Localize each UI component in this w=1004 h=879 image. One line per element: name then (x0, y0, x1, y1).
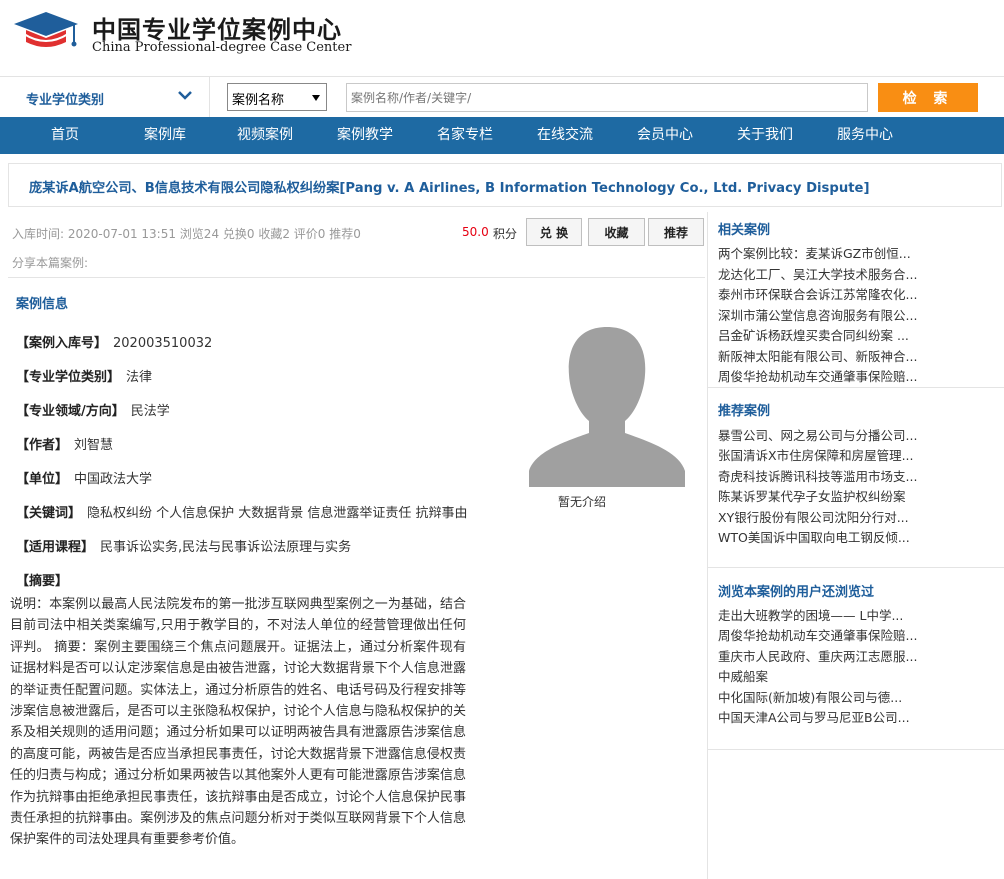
also-viewed-link[interactable]: 中威船案 (718, 666, 768, 685)
search-bar: 专业学位类别 案例名称 检 索 (0, 76, 1004, 118)
nav-home[interactable]: 首页 (51, 117, 79, 154)
author-avatar-icon (527, 321, 687, 487)
caret-down-icon (312, 95, 320, 101)
nav-online-exchange[interactable]: 在线交流 (537, 117, 593, 154)
field-keywords: 【关键词】 隐私权纠纷 个人信息保护 大数据背景 信息泄露举证责任 抗辩事由 (16, 506, 468, 521)
logo-english-text: China Professional-degree Case Center (92, 40, 352, 55)
nav-case-teaching[interactable]: 案例教学 (337, 117, 393, 154)
points-value: 50.0 (462, 225, 489, 239)
right-sidebar: 相关案例 两个案例比较：麦某诉GZ市创恒... 龙达化工厂、吴江大学技术服务合.… (707, 212, 1004, 879)
search-button[interactable]: 检 索 (878, 83, 978, 112)
also-viewed-link[interactable]: 走出大班教学的困境—— L中学... (718, 605, 903, 624)
case-title: 庞某诉A航空公司、B信息技术有限公司隐私权纠纷案[Pang v. A Airli… (29, 181, 870, 196)
abstract-text: 说明：本案例以最高人民法院发布的第一批涉互联网典型案例之一为基础，结合目前司法中… (10, 597, 466, 848)
field-institution: 【单位】 中国政法大学 (16, 472, 153, 487)
recommended-case-link[interactable]: WTO美国诉中国取向电工钢反倾... (718, 527, 910, 546)
case-info: 案例信息 【案例入库号】 202003510032 【专业学位类别】 法律 【专业领… (8, 279, 705, 879)
field-course: 【适用课程】 民事诉讼实务,民法与民事诉讼法原理与实务 (16, 540, 352, 555)
share-label: 分享本篇案例: (12, 256, 89, 270)
also-viewed-link[interactable]: 周俊华抢劫机动车交通肇事保险赔... (718, 625, 917, 644)
chevron-down-icon (178, 91, 192, 100)
points-unit: 积分 (493, 227, 518, 241)
site-logo[interactable]: 中国专业学位案例中心 China Professional-degree Cas… (12, 6, 351, 68)
also-viewed-link[interactable]: 中国天津A公司与罗马尼亚B公司... (718, 707, 910, 726)
related-case-link[interactable]: 周俊华抢劫机动车交通肇事保险赔... (718, 366, 917, 385)
recommended-case-link[interactable]: 奇虎科技诉腾讯科技等滥用市场支... (718, 466, 917, 485)
related-case-link[interactable]: 龙达化工厂、吴江大学技术服务合... (718, 264, 917, 283)
nav-video-cases[interactable]: 视频案例 (237, 117, 293, 154)
exchange-button[interactable]: 兑 换 (526, 218, 582, 246)
case-stats: 入库时间: 2020-07-01 13:51 浏览24 兑换0 收藏2 评价0 … (12, 227, 361, 241)
also-viewed-link[interactable]: 中化国际(新加坡)有限公司与德... (718, 687, 902, 706)
recommended-cases-title: 推荐案例 (718, 404, 771, 419)
main-nav: 首页 案例库 视频案例 案例教学 名家专栏 在线交流 会员中心 关于我们 服务中… (0, 117, 1004, 154)
related-cases-section: 相关案例 两个案例比较：麦某诉GZ市创恒... 龙达化工厂、吴江大学技术服务合.… (708, 212, 1004, 388)
search-input[interactable] (346, 83, 868, 112)
favorite-button[interactable]: 收藏 (588, 218, 645, 246)
recommended-case-link[interactable]: XY银行股份有限公司沈阳分行对... (718, 507, 909, 526)
related-cases-title: 相关案例 (718, 223, 771, 238)
avatar-caption: 暂无介绍 (558, 495, 607, 509)
graduation-cap-icon (14, 12, 78, 47)
degree-category-dropdown[interactable]: 专业学位类别 (0, 77, 210, 118)
case-title-bar: 庞某诉A航空公司、B信息技术有限公司隐私权纠纷案[Pang v. A Airli… (8, 163, 1002, 207)
nav-service-center[interactable]: 服务中心 (837, 117, 893, 154)
nav-expert-column[interactable]: 名家专栏 (437, 117, 493, 154)
field-domain: 【专业领域/方向】 民法学 (16, 404, 170, 419)
related-case-link[interactable]: 两个案例比较：麦某诉GZ市创恒... (718, 243, 911, 262)
case-meta: 入库时间: 2020-07-01 13:51 浏览24 兑换0 收藏2 评价0 … (8, 212, 705, 278)
related-case-link[interactable]: 泰州市环保联合会诉江苏常隆农化... (718, 284, 917, 303)
case-info-heading: 案例信息 (16, 297, 69, 312)
also-viewed-link[interactable]: 重庆市人民政府、重庆两江志愿服... (718, 646, 917, 665)
recommended-case-link[interactable]: 张国清诉X市住房保障和房屋管理... (718, 445, 913, 464)
search-type-select[interactable]: 案例名称 (227, 83, 327, 111)
field-degree-category: 【专业学位类别】 法律 (16, 370, 153, 385)
also-viewed-title: 浏览本案例的用户还浏览过 (718, 585, 875, 600)
nav-member-center[interactable]: 会员中心 (637, 117, 693, 154)
recommended-cases-section: 推荐案例 暴雪公司、网之易公司与分播公司... 张国清诉X市住房保障和房屋管理.… (708, 388, 1004, 568)
related-case-link[interactable]: 深圳市蒲公堂信息咨询服务有限公... (718, 305, 917, 324)
related-case-link[interactable]: 吕金矿诉杨跃煌买卖合同纠纷案 ... (718, 325, 909, 344)
degree-category-label: 专业学位类别 (26, 93, 105, 108)
nav-case-library[interactable]: 案例库 (144, 117, 186, 154)
field-author: 【作者】 刘智慧 (16, 438, 114, 453)
nav-about-us[interactable]: 关于我们 (737, 117, 793, 154)
field-case-number: 【案例入库号】 202003510032 (16, 336, 213, 351)
recommended-case-link[interactable]: 暴雪公司、网之易公司与分播公司... (718, 425, 917, 444)
field-abstract-label: 【摘要】 (16, 574, 69, 589)
search-type-selected: 案例名称 (232, 93, 285, 108)
recommend-button[interactable]: 推荐 (648, 218, 704, 246)
recommended-case-link[interactable]: 陈某诉罗某代孕子女监护权纠纷案 (718, 486, 906, 505)
related-case-link[interactable]: 新阪神太阳能有限公司、新阪神合... (718, 346, 917, 365)
also-viewed-section: 浏览本案例的用户还浏览过 走出大班教学的困境—— L中学... 周俊华抢劫机动车… (708, 568, 1004, 750)
